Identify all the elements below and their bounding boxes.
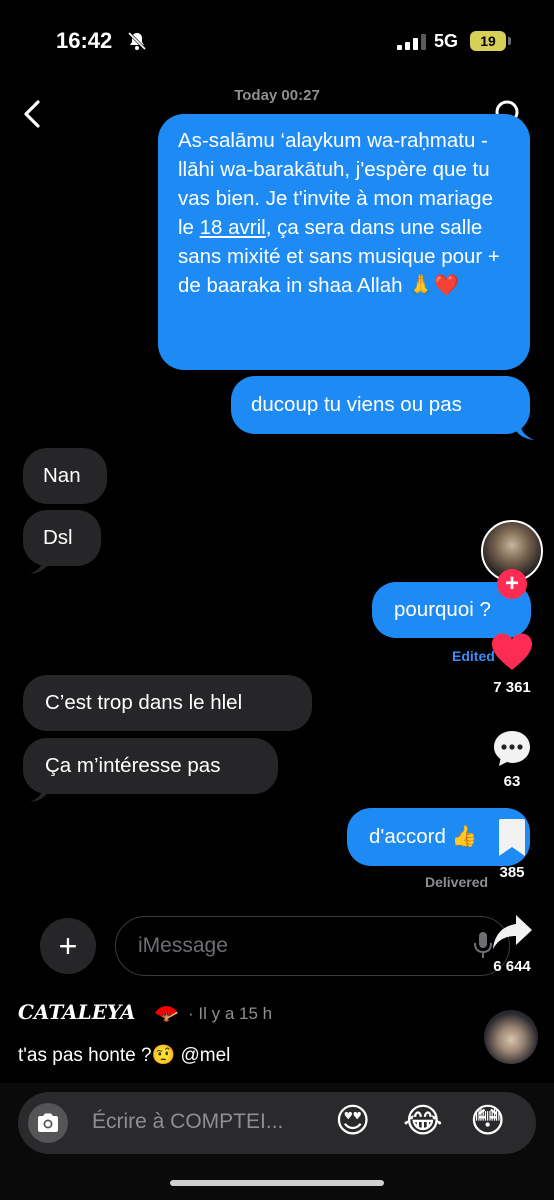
conversation-timestamp: Today 00:27 [234, 87, 320, 104]
bubble-tail [30, 784, 52, 802]
comment-text: t'as pas honte ?🤨 @mel [18, 1045, 231, 1066]
likes-count: 7 361 [493, 679, 531, 696]
back-chevron-icon[interactable] [22, 100, 42, 128]
message-text: C’est trop dans le hlel [45, 691, 243, 714]
shares-count: 6 644 [493, 958, 531, 975]
add-attachment-button[interactable]: + [40, 918, 96, 974]
message-text: d'accord 👍 [369, 825, 478, 848]
comments-count: 63 [503, 773, 521, 790]
camera-button[interactable] [28, 1103, 68, 1143]
outgoing-message[interactable]: ducoup tu viens ou pas [231, 376, 530, 434]
saves-count: 385 [499, 864, 525, 881]
status-time: 16:42 [56, 28, 113, 53]
emoji-flushed-button[interactable]: 😳 [470, 1101, 505, 1141]
message-text: ducoup tu viens ou pas [251, 393, 462, 416]
edited-label[interactable]: Edited [452, 648, 495, 664]
incoming-message[interactable]: Ça m’intéresse pas [23, 738, 278, 794]
incoming-message[interactable]: C’est trop dans le hlel [23, 675, 312, 731]
battery-tip [508, 37, 511, 45]
message-text: Nan [43, 464, 81, 487]
heart-icon[interactable] [490, 632, 534, 672]
comment-username[interactable]: CATALEYA [18, 1000, 135, 1024]
bookmark-icon[interactable] [496, 818, 528, 858]
incoming-message[interactable]: Nan [23, 448, 107, 504]
comment-input-placeholder: Écrire à COMPTEI... [92, 1110, 284, 1133]
comment-time: · Il y a 15 h [188, 1004, 273, 1023]
comment-bubble-icon[interactable] [491, 728, 533, 770]
emoji-heart-eyes-button[interactable]: 😍 [335, 1101, 370, 1141]
folding-fan-icon: 🪭 [154, 1003, 179, 1025]
network-type: 5G [434, 31, 459, 51]
share-arrow-icon[interactable] [490, 912, 534, 952]
message-text: pourquoi ? [394, 598, 491, 621]
date-link[interactable]: 18 avril [200, 216, 266, 239]
camera-icon [38, 1113, 58, 1132]
message-text: Dsl [43, 526, 73, 549]
bubble-tail [30, 556, 52, 574]
imessage-placeholder: iMessage [138, 934, 228, 957]
home-indicator [170, 1180, 384, 1186]
commenter-avatar[interactable] [484, 1010, 538, 1064]
cellular-signal-icon [397, 34, 426, 50]
follow-plus-button[interactable]: + [497, 569, 527, 599]
bubble-tail [512, 422, 534, 440]
bell-slash-icon [127, 31, 147, 51]
delivered-label: Delivered [425, 874, 489, 890]
message-text: Ça m’intéresse pas [45, 754, 221, 777]
emoji-tears-of-joy-button[interactable]: 😂 [403, 1101, 443, 1141]
battery-icon: 19 [470, 31, 506, 51]
outgoing-message[interactable]: As-salāmu ‘alaykum wa-raḥmatu -llāhi wa-… [158, 114, 530, 370]
imessage-input[interactable]: iMessage [115, 916, 510, 976]
